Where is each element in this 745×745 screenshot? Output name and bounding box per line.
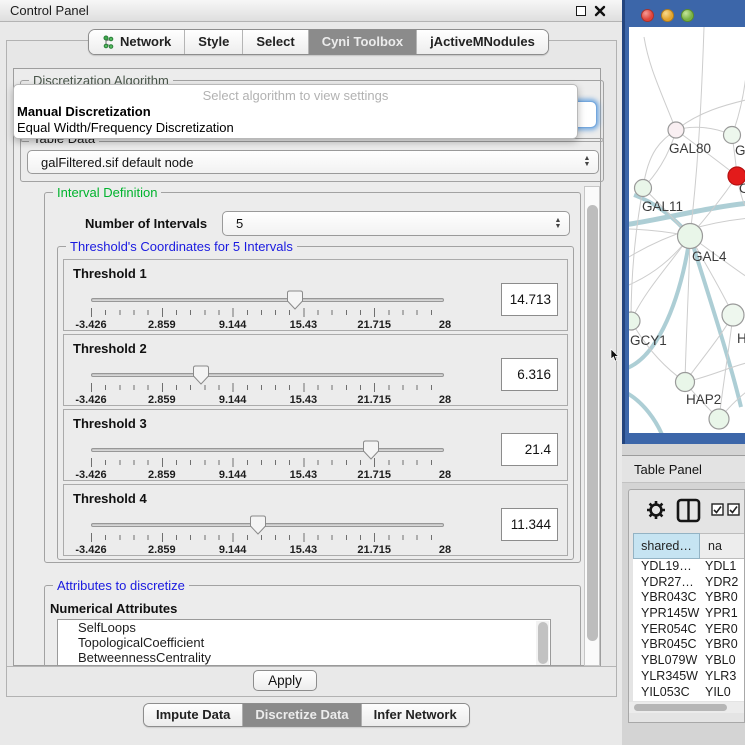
tab-cyni-toolbox[interactable]: Cyni Toolbox [308,30,416,54]
tab-network-label: Network [120,30,171,54]
num-intervals-value: 5 [223,216,551,231]
interval-definition-title: Interval Definition [53,185,161,200]
table-row[interactable]: YBL079WYBL0 [633,653,745,669]
network-icon [102,35,115,49]
threshold-1-slider[interactable]: -3.426 2.859 9.144 15.43 21.715 28 [91,288,445,332]
apply-button[interactable]: Apply [253,670,317,691]
table-row[interactable]: YPR145WYPR1 [633,606,745,622]
table-row[interactable]: YLR345WYLR3 [633,669,745,685]
numerical-attributes-label: Numerical Attributes [50,601,177,616]
svg-text:GCY1: GCY1 [630,333,667,348]
checkbox-icon[interactable] [727,503,740,516]
table-row[interactable]: YBR043CYBR0 [633,590,745,606]
table-data-combo[interactable]: galFiltered.sif default node ▲▼ [27,150,599,174]
threshold-2-slider[interactable]: -3.426 2.859 9.144 15.43 21.715 28 [91,363,445,407]
table-panel-bar: Table Panel [622,455,745,483]
close-icon[interactable] [594,5,606,17]
svg-text:GAL11: GAL11 [642,199,683,214]
table-row[interactable]: YER054CYER0 [633,622,745,638]
slider-thumb[interactable] [362,440,380,460]
table-row[interactable]: YBR045CYBR0 [633,637,745,653]
threshold-2-value[interactable]: 6.316 [501,358,558,391]
control-panel-titlebar: Control Panel [0,0,622,22]
threshold-3-panel: Threshold 3 -3.426 2.859 9.144 15.43 21.… [63,409,568,481]
cyni-bottom-tabbar: Impute Data Discretize Data Infer Networ… [143,703,470,727]
attributes-group-title: Attributes to discretize [53,578,189,593]
table-data-value: galFiltered.sif default node [28,155,580,170]
slider-thumb[interactable] [249,515,267,535]
node-gal11 [635,180,652,197]
list-item[interactable]: SelfLoops [58,620,550,635]
mouse-cursor [610,348,620,362]
list-item[interactable]: TopologicalCoefficient [58,635,550,650]
stepper-arrows-icon: ▲▼ [580,156,598,168]
control-panel-window: Control Panel Network Style Select Cyni … [0,0,622,745]
threshold-1-panel: Threshold 1 -3.426 2.859 9.144 15.43 21.… [63,259,568,331]
node-top-right [724,127,741,144]
svg-text:GA: GA [735,143,745,158]
tab-impute-data[interactable]: Impute Data [144,704,242,726]
tab-network[interactable]: Network [89,30,184,54]
node-gcy1 [629,312,640,330]
node-gal4 [678,224,703,249]
threshold-4-value[interactable]: 11.344 [501,508,558,541]
list-scrollbar[interactable] [536,621,549,665]
panel-scrollbar-thumb[interactable] [587,205,598,641]
num-intervals-label: Number of Intervals [85,216,207,231]
window-title: Control Panel [10,3,89,18]
algorithm-dropdown-popup: Select algorithm to view settings Manual… [13,84,578,139]
table-panel-title: Table Panel [634,462,702,477]
threshold-1-value[interactable]: 14.713 [501,283,558,316]
svg-text:C: C [739,181,745,196]
split-columns-icon[interactable] [676,498,701,523]
slider-thumb[interactable] [286,290,304,310]
threshold-3-value[interactable]: 21.4 [501,433,558,466]
node-bottom [709,409,729,429]
svg-text:GAL80: GAL80 [669,141,711,156]
list-item[interactable]: BetweennessCentrality [58,650,550,665]
num-intervals-combo[interactable]: 5 ▲▼ [222,211,570,236]
stepper-arrows-icon: ▲▼ [551,218,569,230]
threshold-2-panel: Threshold 2 -3.426 2.859 9.144 15.43 21.… [63,334,568,406]
numerical-attributes-list[interactable]: SelfLoops TopologicalCoefficient Between… [57,619,551,666]
column-header-name[interactable]: na [700,533,745,559]
threshold-3-slider[interactable]: -3.426 2.859 9.144 15.43 21.715 28 [91,438,445,482]
table-hscrollbar[interactable] [629,702,745,713]
svg-text:GAL4: GAL4 [692,249,727,264]
control-panel-tabbar: Network Style Select Cyni Toolbox jActiv… [88,29,549,55]
svg-text:H: H [737,331,745,346]
tab-jactivemnodules[interactable]: jActiveMNodules [416,30,548,54]
tab-discretize-data[interactable]: Discretize Data [242,704,360,726]
threshold-4-panel: Threshold 4 -3.426 2.859 9.144 15.43 21.… [63,484,568,556]
algorithm-option-manual[interactable]: Manual Discretization [14,103,577,119]
node-table[interactable]: YDL19…YDL1 YDR27…YDR2 YBR043CYBR0 YPR145… [633,559,745,701]
mac-zoom-icon[interactable] [681,9,694,22]
table-row[interactable]: YIL053CYIL0 [633,685,745,701]
network-graph[interactable]: GAL80 GAL11 GAL4 GCY1 HAP2 GA C H [629,27,745,433]
svg-text:HAP2: HAP2 [686,392,721,407]
panel-scrollbar[interactable] [584,186,600,666]
algorithm-hint: Select algorithm to view settings [14,85,577,103]
thresholds-group-title: Threshold's Coordinates for 5 Intervals [66,239,297,254]
threshold-4-slider[interactable]: -3.426 2.859 9.144 15.43 21.715 28 [91,513,445,557]
table-panel-window: shared… na YDL19…YDL1 YDR27…YDR2 YBR043C… [628,489,745,723]
tab-select[interactable]: Select [242,30,307,54]
node-hap2 [676,373,695,392]
gear-icon[interactable] [645,499,667,521]
float-window-icon[interactable] [576,6,586,16]
network-canvas[interactable]: GAL80 GAL11 GAL4 GCY1 HAP2 GA C H [629,27,745,433]
tab-style[interactable]: Style [184,30,242,54]
checkbox-icon[interactable] [711,503,724,516]
network-view-window[interactable]: GAL80 GAL11 GAL4 GCY1 HAP2 GA C H [622,0,745,444]
algorithm-option-equal-width[interactable]: Equal Width/Frequency Discretization [14,119,577,135]
slider-thumb[interactable] [192,365,210,385]
column-header-shared[interactable]: shared… [633,533,700,559]
tab-infer-network[interactable]: Infer Network [361,704,469,726]
mac-close-icon[interactable] [641,9,654,22]
table-row[interactable]: YDR27…YDR2 [633,575,745,591]
node-right [722,304,744,326]
node-gal80 [668,122,684,138]
mac-minimize-icon[interactable] [661,9,674,22]
table-row[interactable]: YDL19…YDL1 [633,559,745,575]
